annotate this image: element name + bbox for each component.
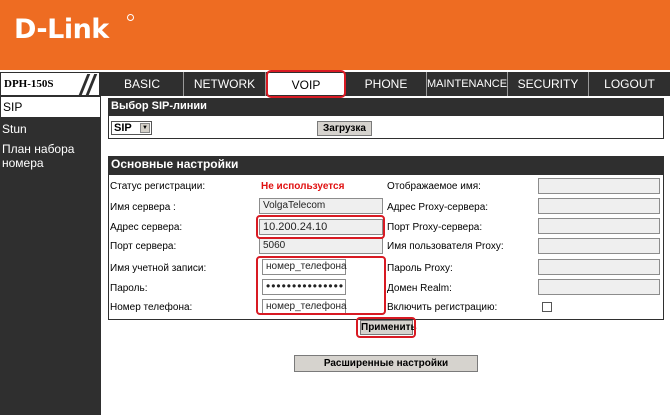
sip-line-panel: [108, 115, 664, 139]
voip-tab-highlight: [266, 70, 346, 98]
server-name-field[interactable]: VolgaTelecom: [259, 198, 383, 214]
proxy-user-label: Имя пользователя Proxy:: [387, 241, 504, 252]
registered-mark-icon: [127, 14, 134, 21]
proxy-port-field[interactable]: [538, 218, 660, 234]
dlink-logo: D-Link: [14, 14, 109, 45]
account-name-label: Имя учетной записи:: [110, 263, 207, 274]
tab-basic[interactable]: BASIC: [101, 72, 184, 96]
proxy-password-label: Пароль Proxy:: [387, 263, 453, 274]
enable-registration-label: Включить регистрацию:: [387, 302, 498, 313]
reg-status-label: Статус регистрации:: [110, 181, 206, 192]
advanced-settings-button[interactable]: Расширенные настройки: [294, 355, 478, 372]
sip-line-title: Выбор SIP-линии: [108, 98, 664, 115]
sidebar-item-dial-plan[interactable]: План набора номера: [0, 142, 80, 170]
tab-security[interactable]: SECURITY: [508, 72, 589, 96]
sip-line-select[interactable]: SIP ▼: [111, 121, 152, 135]
tab-maintenance[interactable]: MAINTENANCE: [427, 72, 508, 96]
display-name-field[interactable]: [538, 178, 660, 194]
header-bar: D-Link: [0, 0, 670, 70]
realm-field[interactable]: [538, 279, 660, 295]
server-name-label: Имя сервера :: [110, 202, 176, 213]
server-port-label: Порт сервера:: [110, 241, 177, 252]
basic-settings-title: Основные настройки: [108, 156, 664, 174]
proxy-password-field[interactable]: [538, 259, 660, 275]
proxy-user-field[interactable]: [538, 238, 660, 254]
password-label: Пароль:: [110, 283, 148, 294]
enable-registration-checkbox[interactable]: [542, 302, 552, 312]
model-badge: DPH-150S: [0, 72, 100, 96]
proxy-address-label: Адрес Proxy-сервера:: [387, 202, 489, 213]
display-name-label: Отображаемое имя:: [387, 181, 481, 192]
server-address-label: Адрес сервера:: [110, 222, 183, 233]
server-address-highlight: [256, 215, 385, 239]
apply-highlight: [356, 317, 416, 338]
proxy-port-label: Порт Proxy-сервера:: [387, 222, 483, 233]
sip-line-select-value: SIP: [114, 122, 132, 134]
phone-number-label: Номер телефона:: [110, 302, 193, 313]
proxy-address-field[interactable]: [538, 198, 660, 214]
tab-logout[interactable]: LOGOUT: [589, 72, 670, 96]
reg-status-value: Не используется: [261, 181, 345, 192]
chevron-down-icon[interactable]: ▼: [140, 123, 150, 133]
sidebar-item-stun[interactable]: Stun: [0, 122, 101, 136]
tab-network[interactable]: NETWORK: [184, 72, 266, 96]
credentials-highlight: [256, 256, 386, 315]
load-button[interactable]: Загрузка: [317, 121, 372, 136]
tab-phone[interactable]: PHONE: [346, 72, 427, 96]
realm-label: Домен Realm:: [387, 283, 452, 294]
model-label: DPH-150S: [4, 78, 54, 90]
server-port-field[interactable]: 5060: [259, 238, 383, 254]
sidebar-item-sip[interactable]: SIP: [0, 96, 101, 118]
